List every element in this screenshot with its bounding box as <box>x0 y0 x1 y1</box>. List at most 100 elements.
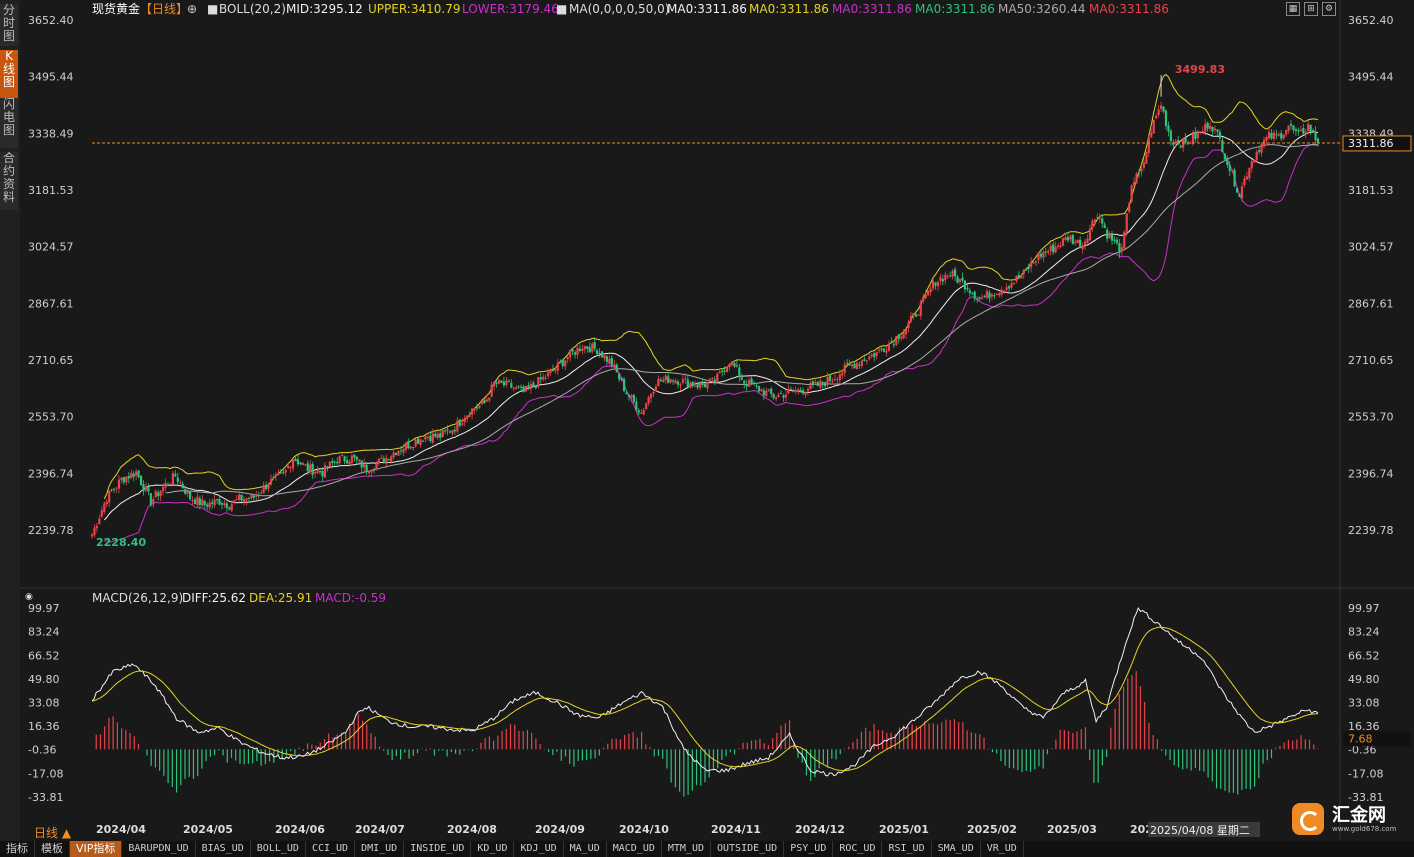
candle-body <box>203 501 206 505</box>
candle-body <box>1280 133 1283 139</box>
indicator-tab-boll_ud[interactable]: BOLL_UD <box>251 841 306 857</box>
candle-body <box>635 401 638 411</box>
candle-body <box>316 470 319 474</box>
candle-body <box>645 403 648 410</box>
candle-body <box>137 470 140 478</box>
candle-body <box>569 349 572 358</box>
price-axis-right-label: 2396.74 <box>1348 467 1394 480</box>
candle-body <box>1079 239 1082 248</box>
left-tab-2[interactable]: 闪电图 <box>0 98 18 148</box>
indicator-tab-模板[interactable]: 模板 <box>35 841 70 857</box>
price-axis-right-label: 3495.44 <box>1348 71 1394 84</box>
indicator-tab-dmi_ud[interactable]: DMI_UD <box>355 841 405 857</box>
macd-axis-right-label: 49.80 <box>1348 673 1380 686</box>
candle-body <box>1282 134 1285 139</box>
candle-body <box>851 364 854 367</box>
header-ma-def: MA(0,0,0,0,50,0) <box>569 2 669 16</box>
candle-body <box>591 343 594 352</box>
indicator-tab-vip指标[interactable]: VIP指标 <box>70 841 123 857</box>
indicator-tab-sma_ud[interactable]: SMA_UD <box>932 841 981 857</box>
indicator-tab-bias_ud[interactable]: BIAS_UD <box>196 841 251 857</box>
candle-body <box>615 364 618 373</box>
indicator-tab-mtm_ud[interactable]: MTM_UD <box>662 841 711 857</box>
candle-body <box>689 382 692 388</box>
candle-body <box>343 456 346 461</box>
candle-body <box>681 378 685 383</box>
candle-body <box>721 370 724 372</box>
candle-body <box>279 472 282 474</box>
candle-body <box>1147 137 1150 153</box>
expand-icon[interactable]: ⊞ <box>1304 2 1318 16</box>
indicator-tab-outside_ud[interactable]: OUTSIDE_UD <box>711 841 785 857</box>
candle-body <box>794 390 797 392</box>
candle-body <box>314 471 317 474</box>
candle-body <box>287 466 290 469</box>
price-chart[interactable]: 3652.40 3652.403495.44 3495.443338.49 3338.… <box>0 0 1414 857</box>
candle-body <box>684 378 687 380</box>
candle-body <box>502 381 506 386</box>
candle-body <box>228 507 231 510</box>
candle-body <box>983 296 986 298</box>
macd-diff: DIFF:25.62 <box>182 591 246 605</box>
candle-body <box>431 433 434 443</box>
candle-body <box>1250 161 1253 169</box>
left-tab-0[interactable]: 分时图 <box>0 4 18 46</box>
indicator-tab-barupdn_ud[interactable]: BARUPDN_UD <box>122 841 196 857</box>
date-axis-label: 2025/03 <box>1047 823 1097 836</box>
candle-body <box>846 363 849 365</box>
left-tab-3[interactable]: 合约资料 <box>0 152 18 210</box>
left-tab-1[interactable]: K线图 <box>0 50 18 98</box>
settings-icon[interactable]: ⚙ <box>1322 2 1336 16</box>
candle-body <box>1140 168 1143 172</box>
candle-body <box>1248 167 1251 179</box>
candle-body <box>426 436 430 438</box>
candle-body <box>1081 245 1084 250</box>
macd-axis-right-label: 83.24 <box>1348 626 1380 639</box>
candle-body <box>1191 133 1195 144</box>
indicator-tab-inside_ud[interactable]: INSIDE_UD <box>404 841 472 857</box>
candle-body <box>951 270 954 277</box>
grid-icon[interactable]: ▦ <box>1286 2 1300 16</box>
date-axis-label: 2024/04 <box>96 823 146 836</box>
candle-body <box>833 379 837 381</box>
candle-body <box>1106 229 1109 239</box>
indicator-tab-cci_ud[interactable]: CCI_UD <box>306 841 356 857</box>
candle-body <box>804 392 807 395</box>
date-axis-label: 2024/08 <box>447 823 497 836</box>
candle-body <box>480 400 483 404</box>
candle-body <box>127 475 130 479</box>
indicator-tab-psy_ud[interactable]: PSY_UD <box>784 841 834 857</box>
price-axis-right-label: 3181.53 <box>1348 184 1394 197</box>
candle-body <box>1137 172 1141 174</box>
candle-body <box>1221 140 1224 153</box>
candle-body <box>900 336 903 339</box>
indicator-tab-kdj_ud[interactable]: KDJ_UD <box>514 841 564 857</box>
candle-body <box>1258 150 1261 152</box>
indicator-tab-rsi_ud[interactable]: RSI_UD <box>882 841 932 857</box>
candle-body <box>1037 252 1040 261</box>
indicator-tab-macd_ud[interactable]: MACD_UD <box>607 841 662 857</box>
macd-target-icon: ◉ <box>25 592 33 602</box>
candle-body <box>853 363 856 369</box>
candle-body <box>767 389 770 391</box>
candle-body <box>902 332 905 339</box>
candle-body <box>1309 124 1312 132</box>
date-axis-label: 2024/11 <box>711 823 761 836</box>
candle-body <box>556 362 559 371</box>
candle-body <box>865 360 868 362</box>
period-toggle[interactable]: 日线 ▲ <box>34 824 71 841</box>
indicator-tab-ma_ud[interactable]: MA_UD <box>564 841 607 857</box>
indicator-tab-bar: 指标 模板 VIP指标 BARUPDN_UD BIAS_UD BOLL_UD CCI_UD D… <box>0 841 1414 857</box>
indicator-tab-vr_ud[interactable]: VR_UD <box>981 841 1024 857</box>
indicator-tab-roc_ud[interactable]: ROC_UD <box>833 841 883 857</box>
indicator-tab-kd_ud[interactable]: KD_UD <box>471 841 515 857</box>
candle-body <box>797 389 800 392</box>
candle-body <box>1003 290 1006 292</box>
candle-body <box>831 380 834 382</box>
candle-body <box>968 290 971 294</box>
candle-body <box>407 441 410 449</box>
indicator-tab-指标[interactable]: 指标 <box>0 841 35 857</box>
candle-body <box>1047 251 1050 253</box>
candle-body <box>355 456 358 460</box>
candle-body <box>458 419 461 426</box>
